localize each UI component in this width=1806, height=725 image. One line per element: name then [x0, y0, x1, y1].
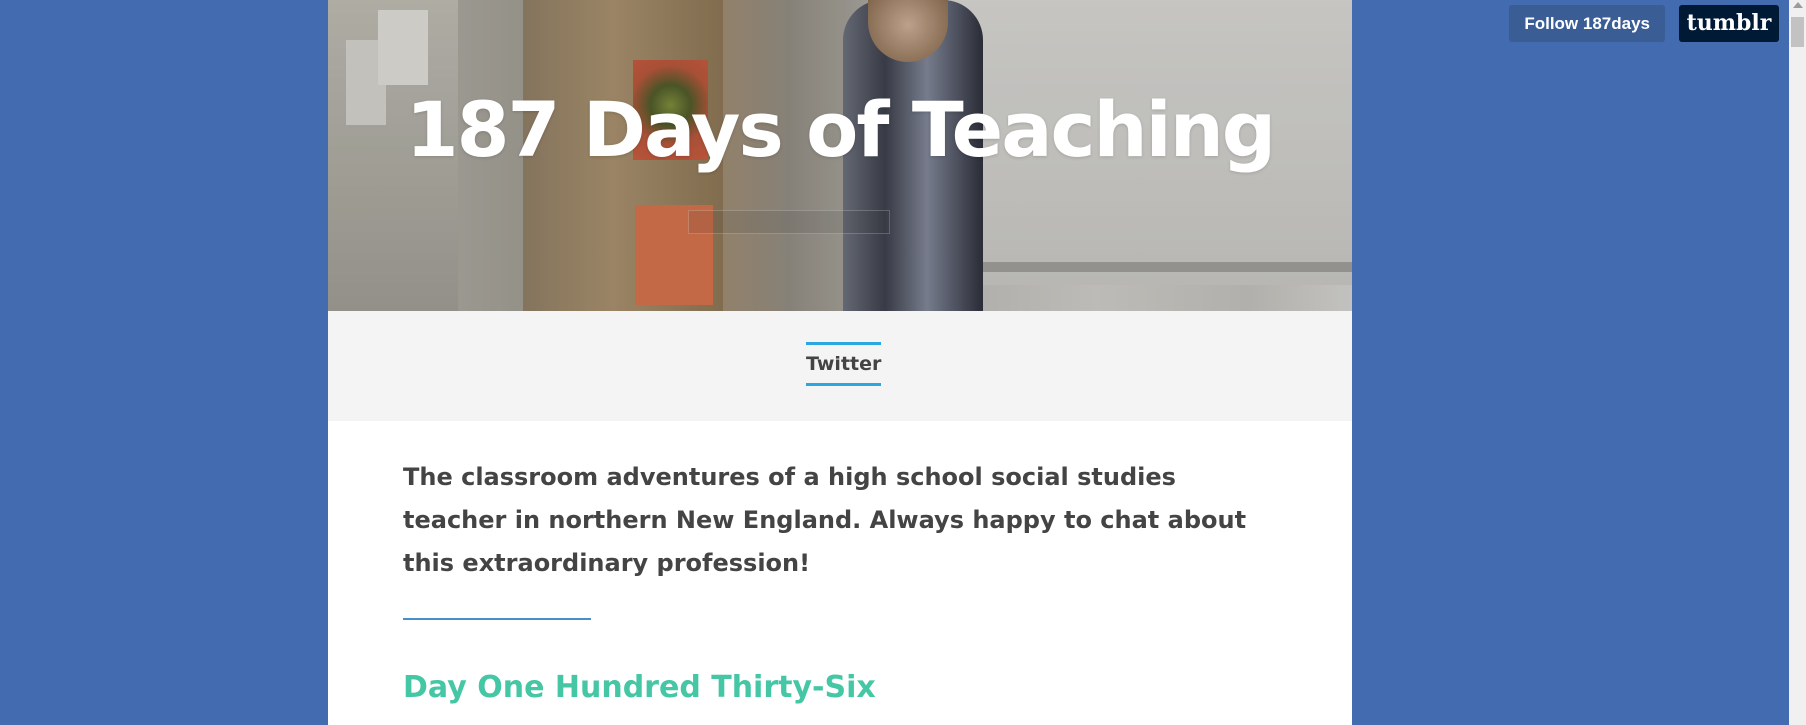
nav-link-twitter[interactable]: Twitter — [806, 342, 882, 386]
page: 187 Days of Teaching Twitter The classro… — [0, 0, 1806, 725]
blog-description: The classroom adventures of a high schoo… — [403, 463, 1247, 577]
nav-bar: Twitter — [328, 311, 1352, 421]
scrollbar-thumb[interactable] — [1791, 17, 1804, 47]
blog-container: 187 Days of Teaching Twitter — [328, 0, 1352, 725]
tumblr-logo-button[interactable]: tumblr — [1679, 5, 1779, 42]
vertical-scrollbar[interactable] — [1789, 0, 1806, 725]
blog-title[interactable]: 187 Days of Teaching — [328, 92, 1352, 168]
description-divider — [403, 618, 591, 620]
post-title[interactable]: Day One Hundred Thirty-Six — [403, 668, 876, 708]
scroll-up-arrow-icon[interactable] — [1793, 2, 1803, 8]
header-faint-overlay-bar — [688, 210, 890, 234]
header-image: 187 Days of Teaching — [328, 0, 1352, 311]
follow-button[interactable]: Follow 187days — [1509, 5, 1665, 42]
tumblr-controls: Follow 187days tumblr — [1509, 5, 1779, 42]
